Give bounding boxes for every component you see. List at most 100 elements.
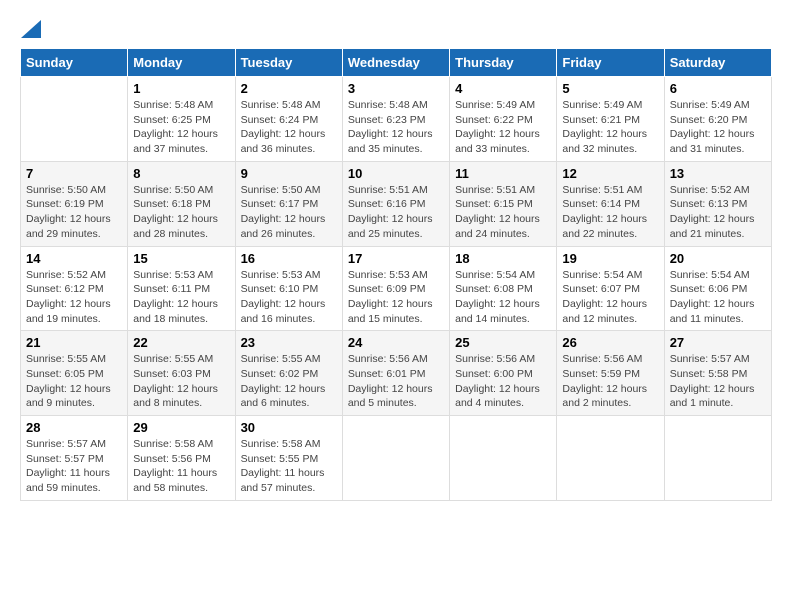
calendar-cell: 21 Sunrise: 5:55 AM Sunset: 6:05 PM Dayli… [21, 331, 128, 416]
header-friday: Friday [557, 49, 664, 77]
day-number: 2 [241, 81, 337, 96]
calendar-cell: 4 Sunrise: 5:49 AM Sunset: 6:22 PM Daylig… [450, 77, 557, 162]
calendar-week-row: 28Sunrise: 5:57 AM Sunset: 5:57 PM Dayli… [21, 416, 772, 501]
day-info: Sunrise: 5:53 AM Sunset: 6:11 PM Dayligh… [133, 268, 229, 327]
day-number: 23 [241, 335, 337, 350]
day-number: 8 [133, 166, 229, 181]
day-info: Sunrise: 5:56 AM Sunset: 6:01 PM Dayligh… [348, 352, 444, 411]
day-number: 18 [455, 251, 551, 266]
day-number: 30 [241, 420, 337, 435]
day-info: Sunrise: 5:53 AM Sunset: 6:10 PM Dayligh… [241, 268, 337, 327]
calendar-cell: 16 Sunrise: 5:53 AM Sunset: 6:10 PM Dayli… [235, 246, 342, 331]
calendar-week-row: 7 Sunrise: 5:50 AM Sunset: 6:19 PM Daylig… [21, 161, 772, 246]
day-info: Sunrise: 5:48 AM Sunset: 6:24 PM Dayligh… [241, 98, 337, 157]
day-info: Sunrise: 5:48 AM Sunset: 6:23 PM Dayligh… [348, 98, 444, 157]
day-number: 19 [562, 251, 658, 266]
day-info: Sunrise: 5:55 AM Sunset: 6:05 PM Dayligh… [26, 352, 122, 411]
day-number: 15 [133, 251, 229, 266]
day-number: 22 [133, 335, 229, 350]
header-monday: Monday [128, 49, 235, 77]
calendar-cell: 5 Sunrise: 5:49 AM Sunset: 6:21 PM Daylig… [557, 77, 664, 162]
day-number: 28 [26, 420, 122, 435]
day-number: 25 [455, 335, 551, 350]
day-info: Sunrise: 5:52 AM Sunset: 6:12 PM Dayligh… [26, 268, 122, 327]
calendar-cell: 11 Sunrise: 5:51 AM Sunset: 6:15 PM Dayli… [450, 161, 557, 246]
day-number: 4 [455, 81, 551, 96]
day-info: Sunrise: 5:49 AM Sunset: 6:21 PM Dayligh… [562, 98, 658, 157]
day-info: Sunrise: 5:58 AM Sunset: 5:56 PM Dayligh… [133, 437, 229, 496]
day-info: Sunrise: 5:49 AM Sunset: 6:22 PM Dayligh… [455, 98, 551, 157]
day-info: Sunrise: 5:56 AM Sunset: 6:00 PM Dayligh… [455, 352, 551, 411]
header-saturday: Saturday [664, 49, 771, 77]
day-info: Sunrise: 5:52 AM Sunset: 6:13 PM Dayligh… [670, 183, 766, 242]
day-number: 20 [670, 251, 766, 266]
calendar-cell: 25 Sunrise: 5:56 AM Sunset: 6:00 PM Dayli… [450, 331, 557, 416]
header-tuesday: Tuesday [235, 49, 342, 77]
calendar-cell: 13Sunrise: 5:52 AM Sunset: 6:13 PM Dayli… [664, 161, 771, 246]
day-info: Sunrise: 5:55 AM Sunset: 6:02 PM Dayligh… [241, 352, 337, 411]
day-number: 11 [455, 166, 551, 181]
day-info: Sunrise: 5:49 AM Sunset: 6:20 PM Dayligh… [670, 98, 766, 157]
calendar-header-row: Sunday Monday Tuesday Wednesday Thursday… [21, 49, 772, 77]
day-info: Sunrise: 5:48 AM Sunset: 6:25 PM Dayligh… [133, 98, 229, 157]
calendar-cell: 30 Sunrise: 5:58 AM Sunset: 5:55 PM Dayli… [235, 416, 342, 501]
day-number: 17 [348, 251, 444, 266]
day-number: 6 [670, 81, 766, 96]
calendar-cell: 12Sunrise: 5:51 AM Sunset: 6:14 PM Dayli… [557, 161, 664, 246]
day-number: 24 [348, 335, 444, 350]
calendar-cell [342, 416, 449, 501]
day-info: Sunrise: 5:57 AM Sunset: 5:58 PM Dayligh… [670, 352, 766, 411]
day-info: Sunrise: 5:51 AM Sunset: 6:14 PM Dayligh… [562, 183, 658, 242]
calendar-cell: 23 Sunrise: 5:55 AM Sunset: 6:02 PM Dayli… [235, 331, 342, 416]
day-info: Sunrise: 5:58 AM Sunset: 5:55 PM Dayligh… [241, 437, 337, 496]
day-number: 27 [670, 335, 766, 350]
calendar-cell: 1Sunrise: 5:48 AM Sunset: 6:25 PM Daylig… [128, 77, 235, 162]
calendar-cell: 26 Sunrise: 5:56 AM Sunset: 5:59 PM Dayli… [557, 331, 664, 416]
calendar-cell [21, 77, 128, 162]
calendar-cell: 17 Sunrise: 5:53 AM Sunset: 6:09 PM Dayli… [342, 246, 449, 331]
day-info: Sunrise: 5:50 AM Sunset: 6:17 PM Dayligh… [241, 183, 337, 242]
calendar-cell: 10Sunrise: 5:51 AM Sunset: 6:16 PM Dayli… [342, 161, 449, 246]
calendar-cell: 2 Sunrise: 5:48 AM Sunset: 6:24 PM Daylig… [235, 77, 342, 162]
header-thursday: Thursday [450, 49, 557, 77]
calendar-week-row: 1Sunrise: 5:48 AM Sunset: 6:25 PM Daylig… [21, 77, 772, 162]
day-number: 7 [26, 166, 122, 181]
calendar-cell: 15 Sunrise: 5:53 AM Sunset: 6:11 PM Dayli… [128, 246, 235, 331]
calendar-cell [450, 416, 557, 501]
calendar-cell [557, 416, 664, 501]
calendar-cell: 24 Sunrise: 5:56 AM Sunset: 6:01 PM Dayli… [342, 331, 449, 416]
calendar-week-row: 21 Sunrise: 5:55 AM Sunset: 6:05 PM Dayli… [21, 331, 772, 416]
day-info: Sunrise: 5:50 AM Sunset: 6:19 PM Dayligh… [26, 183, 122, 242]
logo-icon [21, 20, 41, 38]
calendar-cell: 8 Sunrise: 5:50 AM Sunset: 6:18 PM Daylig… [128, 161, 235, 246]
day-number: 14 [26, 251, 122, 266]
day-number: 9 [241, 166, 337, 181]
day-info: Sunrise: 5:54 AM Sunset: 6:06 PM Dayligh… [670, 268, 766, 327]
calendar-cell: 20 Sunrise: 5:54 AM Sunset: 6:06 PM Dayli… [664, 246, 771, 331]
day-info: Sunrise: 5:53 AM Sunset: 6:09 PM Dayligh… [348, 268, 444, 327]
calendar-cell: 18 Sunrise: 5:54 AM Sunset: 6:08 PM Dayli… [450, 246, 557, 331]
calendar-cell: 7 Sunrise: 5:50 AM Sunset: 6:19 PM Daylig… [21, 161, 128, 246]
day-number: 5 [562, 81, 658, 96]
calendar-body: 1Sunrise: 5:48 AM Sunset: 6:25 PM Daylig… [21, 77, 772, 501]
day-info: Sunrise: 5:51 AM Sunset: 6:15 PM Dayligh… [455, 183, 551, 242]
calendar-cell: 14 Sunrise: 5:52 AM Sunset: 6:12 PM Dayli… [21, 246, 128, 331]
header-sunday: Sunday [21, 49, 128, 77]
day-number: 26 [562, 335, 658, 350]
calendar-cell: 29 Sunrise: 5:58 AM Sunset: 5:56 PM Dayli… [128, 416, 235, 501]
day-info: Sunrise: 5:50 AM Sunset: 6:18 PM Dayligh… [133, 183, 229, 242]
day-info: Sunrise: 5:51 AM Sunset: 6:16 PM Dayligh… [348, 183, 444, 242]
calendar-cell: 6 Sunrise: 5:49 AM Sunset: 6:20 PM Daylig… [664, 77, 771, 162]
day-info: Sunrise: 5:56 AM Sunset: 5:59 PM Dayligh… [562, 352, 658, 411]
day-number: 3 [348, 81, 444, 96]
calendar-cell: 9 Sunrise: 5:50 AM Sunset: 6:17 PM Daylig… [235, 161, 342, 246]
page-header [20, 20, 772, 38]
day-number: 29 [133, 420, 229, 435]
calendar-week-row: 14 Sunrise: 5:52 AM Sunset: 6:12 PM Dayli… [21, 246, 772, 331]
day-info: Sunrise: 5:54 AM Sunset: 6:08 PM Dayligh… [455, 268, 551, 327]
calendar-cell: 19Sunrise: 5:54 AM Sunset: 6:07 PM Dayli… [557, 246, 664, 331]
day-number: 16 [241, 251, 337, 266]
calendar-cell: 22Sunrise: 5:55 AM Sunset: 6:03 PM Dayli… [128, 331, 235, 416]
day-number: 21 [26, 335, 122, 350]
header-wednesday: Wednesday [342, 49, 449, 77]
